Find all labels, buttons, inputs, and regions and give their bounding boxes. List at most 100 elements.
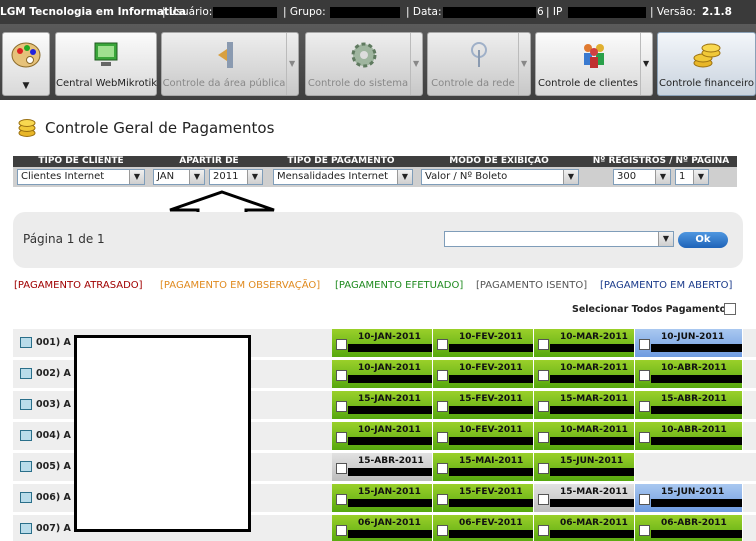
- month-select[interactable]: JAN ▼: [153, 169, 205, 185]
- payment-checkbox[interactable]: [437, 463, 448, 474]
- payment-checkbox[interactable]: [437, 339, 448, 350]
- ok-button[interactable]: Ok: [678, 232, 728, 248]
- payment-cell[interactable]: 06-FEV-2011: [433, 515, 534, 541]
- payment-cell[interactable]: 10-FEV-2011: [433, 360, 534, 388]
- payment-checkbox[interactable]: [336, 401, 347, 412]
- payment-checkbox[interactable]: [639, 525, 650, 536]
- legend-late: [PAGAMENTO ATRASADO]: [14, 280, 143, 291]
- public-area-control-button[interactable]: Controle da área pública ▼: [161, 32, 299, 96]
- display-mode-value: Valor / Nº Boleto: [425, 171, 508, 182]
- payment-date: 10-JAN-2011: [358, 332, 421, 342]
- payment-checkbox[interactable]: [336, 339, 347, 350]
- client-card-icon[interactable]: [20, 399, 32, 410]
- payment-cell[interactable]: 15-ABR-2011: [332, 453, 433, 481]
- payment-cell[interactable]: 15-MAI-2011: [433, 453, 534, 481]
- payment-checkbox[interactable]: [336, 525, 347, 536]
- redacted-value: [651, 530, 742, 538]
- payment-type-select[interactable]: Mensalidades Internet ▼: [273, 169, 413, 185]
- payment-cell[interactable]: 15-MAR-2011: [534, 391, 635, 419]
- page-title: Controle Geral de Pagamentos: [45, 119, 275, 137]
- client-card-icon[interactable]: [20, 523, 32, 534]
- payment-cell[interactable]: 10-FEV-2011: [433, 422, 534, 450]
- clients-control-dropdown[interactable]: ▼: [640, 33, 652, 95]
- client-card-icon[interactable]: [20, 461, 32, 472]
- redacted-value: [449, 499, 533, 507]
- payment-cell[interactable]: 10-FEV-2011: [433, 329, 534, 357]
- payment-checkbox[interactable]: [639, 494, 650, 505]
- payment-checkbox[interactable]: [538, 401, 549, 412]
- network-control-button[interactable]: Controle da rede ▼: [427, 32, 531, 96]
- chevron-down-icon: ▼: [397, 170, 412, 184]
- client-type-select[interactable]: Clientes Internet ▼: [17, 169, 145, 185]
- payment-checkbox[interactable]: [538, 494, 549, 505]
- payment-cell[interactable]: 15-JAN-2011: [332, 391, 433, 419]
- redacted-value: [348, 406, 432, 414]
- system-control-button[interactable]: Controle do sistema ▼: [305, 32, 423, 96]
- central-webmikrotik-button[interactable]: Central WebMikrotik: [55, 32, 157, 96]
- payment-checkbox[interactable]: [336, 463, 347, 474]
- payment-cell[interactable]: 10-JUN-2011: [635, 329, 743, 357]
- payment-cell[interactable]: 10-MAR-2011: [534, 329, 635, 357]
- payment-checkbox[interactable]: [538, 432, 549, 443]
- payment-checkbox[interactable]: [538, 370, 549, 381]
- network-control-dropdown[interactable]: ▼: [518, 33, 530, 95]
- payment-checkbox[interactable]: [639, 432, 650, 443]
- page-jump-select[interactable]: ▼: [444, 231, 674, 247]
- display-mode-select[interactable]: Valor / Nº Boleto ▼: [421, 169, 579, 185]
- payment-checkbox[interactable]: [437, 401, 448, 412]
- payment-checkbox[interactable]: [639, 401, 650, 412]
- financial-control-button[interactable]: Controle financeiro: [657, 32, 756, 96]
- payment-cell[interactable]: 15-JUN-2011: [635, 484, 743, 512]
- payment-cell[interactable]: 15-JUN-2011: [534, 453, 635, 481]
- payment-checkbox[interactable]: [538, 463, 549, 474]
- payment-cell[interactable]: 06-JAN-2011: [332, 515, 433, 541]
- client-card-icon[interactable]: [20, 430, 32, 441]
- payment-date: 06-FEV-2011: [459, 518, 523, 528]
- network-control-label: Controle da rede: [431, 78, 515, 89]
- payment-checkbox[interactable]: [336, 370, 347, 381]
- group-label: | Grupo:: [283, 6, 326, 18]
- payment-cell[interactable]: 10-MAR-2011: [534, 422, 635, 450]
- payment-checkbox[interactable]: [437, 525, 448, 536]
- payment-checkbox[interactable]: [639, 370, 650, 381]
- client-card-icon[interactable]: [20, 368, 32, 379]
- client-card-icon[interactable]: [20, 492, 32, 503]
- payment-cell[interactable]: 10-JAN-2011: [332, 360, 433, 388]
- select-all-checkbox[interactable]: [724, 303, 736, 315]
- redacted-value: [449, 375, 533, 383]
- payment-date: 15-MAR-2011: [560, 487, 628, 497]
- payment-cell[interactable]: 15-FEV-2011: [433, 484, 534, 512]
- payment-checkbox[interactable]: [639, 339, 650, 350]
- public-area-dropdown[interactable]: ▼: [286, 33, 298, 95]
- records-per-page-select[interactable]: 300 ▼: [613, 169, 671, 185]
- payment-date: 15-MAI-2011: [459, 456, 524, 466]
- payment-cell[interactable]: 10-JAN-2011: [332, 329, 433, 357]
- redacted-value: [449, 344, 533, 352]
- payment-cell[interactable]: 10-JAN-2011: [332, 422, 433, 450]
- theme-menu-button[interactable]: ▼: [2, 32, 50, 96]
- payment-cell[interactable]: 15-JAN-2011: [332, 484, 433, 512]
- system-control-dropdown[interactable]: ▼: [410, 33, 422, 95]
- users-icon: [584, 44, 604, 68]
- client-card-icon[interactable]: [20, 337, 32, 348]
- payment-cell[interactable]: 15-ABR-2011: [635, 391, 743, 419]
- payment-cell[interactable]: 10-ABR-2011: [635, 360, 743, 388]
- clients-control-button[interactable]: Controle de clientes ▼: [535, 32, 653, 96]
- payment-checkbox[interactable]: [437, 370, 448, 381]
- page-number-select[interactable]: 1 ▼: [675, 169, 709, 185]
- payment-checkbox[interactable]: [538, 339, 549, 350]
- redacted-value: [348, 375, 432, 383]
- payment-checkbox[interactable]: [336, 432, 347, 443]
- payment-checkbox[interactable]: [336, 494, 347, 505]
- payment-cell[interactable]: 10-MAR-2011: [534, 360, 635, 388]
- payment-cell[interactable]: 06-ABR-2011: [635, 515, 743, 541]
- payment-cell[interactable]: 15-MAR-2011: [534, 484, 635, 512]
- payment-checkbox[interactable]: [437, 432, 448, 443]
- payment-cell[interactable]: 10-ABR-2011: [635, 422, 743, 450]
- payment-checkbox[interactable]: [538, 525, 549, 536]
- payment-cell[interactable]: 15-FEV-2011: [433, 391, 534, 419]
- year-select[interactable]: 2011 ▼: [209, 169, 263, 185]
- payment-cell[interactable]: 06-MAR-2011: [534, 515, 635, 541]
- payment-checkbox[interactable]: [437, 494, 448, 505]
- chevron-down-icon: ▼: [655, 170, 670, 184]
